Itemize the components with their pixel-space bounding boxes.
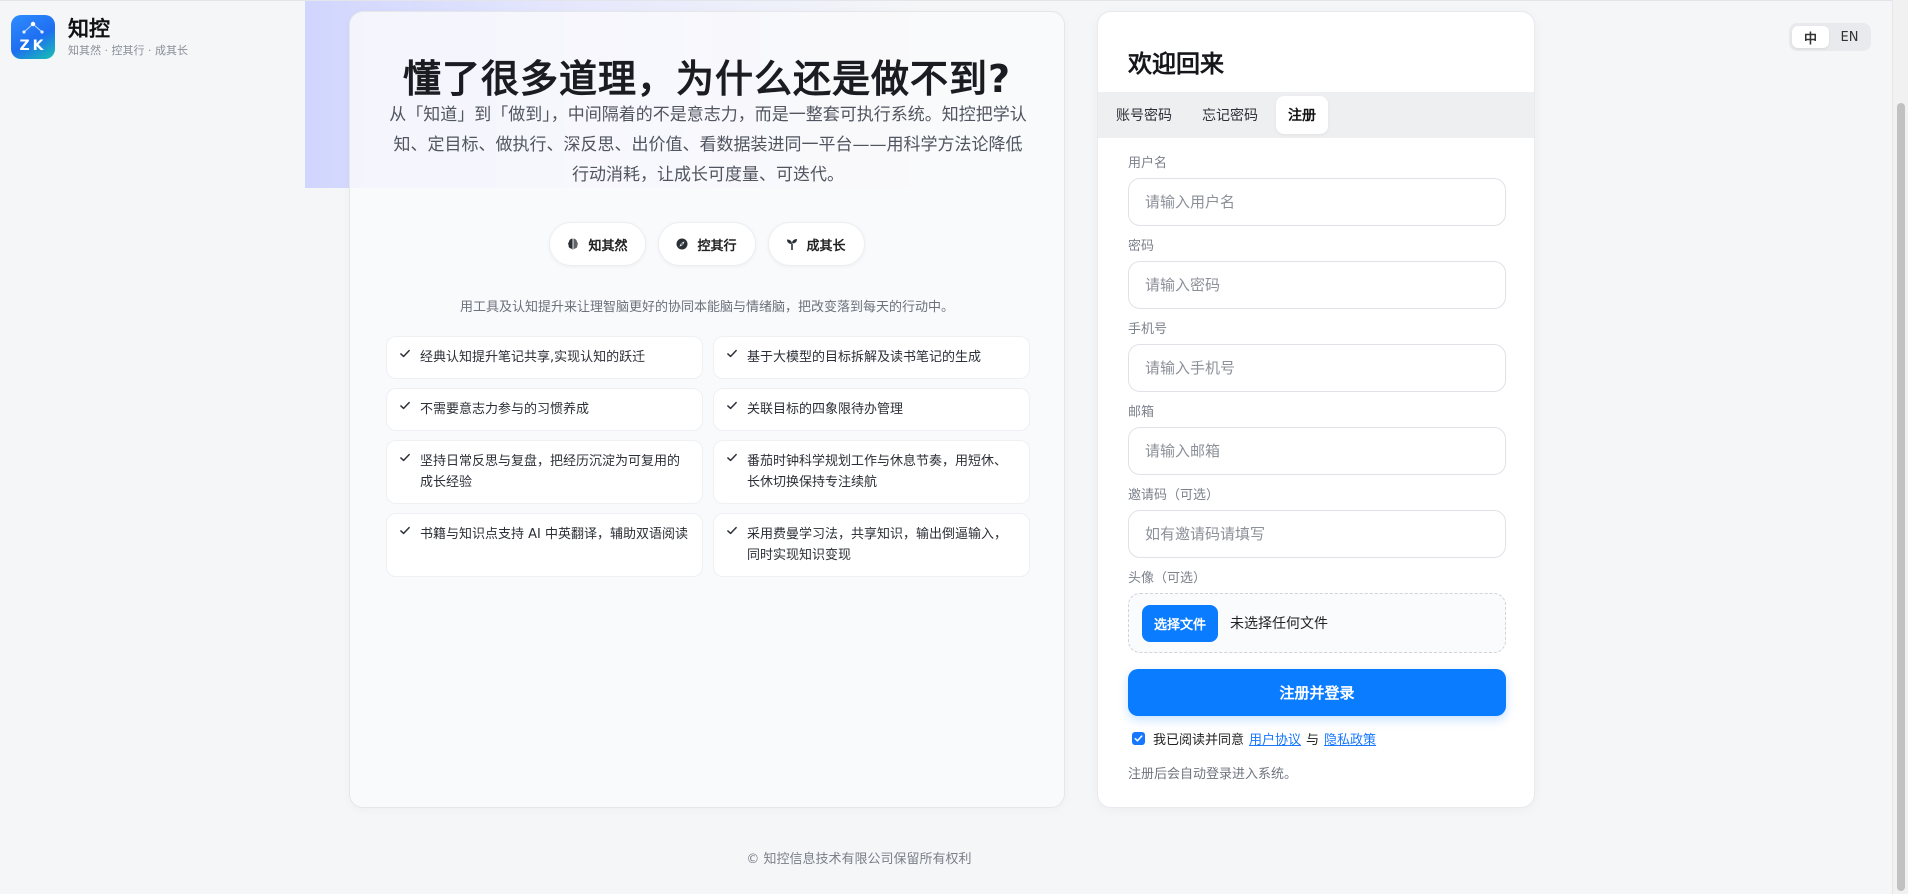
feature-item: 坚持日常反思与复盘，把经历沉淀为可复用的成长经验 [386,440,703,504]
phone-input[interactable] [1128,344,1506,392]
auth-title: 欢迎回来 [1128,50,1224,78]
pill-control: 控其行 [658,222,756,266]
feature-item: 番茄时钟科学规划工作与休息节奏，用短休、长休切换保持专注续航 [713,440,1030,504]
agreement-prefix: 我已阅读并同意 [1153,733,1245,748]
auth-panel: 欢迎回来 账号密码 忘记密码 注册 用户名 密码 手机号 [1097,11,1535,808]
register-form: 用户名 密码 手机号 邮箱 邀请码（可选） [1128,156,1506,654]
password-input[interactable] [1128,261,1506,309]
pill-control-label: 控其行 [697,238,737,254]
feature-text: 书籍与知识点支持 AI 中英翻译，辅助双语阅读 [420,527,688,542]
phone-field-group: 手机号 [1128,322,1506,405]
check-icon [727,453,737,462]
page: ZK 知控 知其然 · 控其行 · 成其长 中 EN 懂了很多道理，为什么还是做… [0,0,1892,894]
feature-item: 经典认知提升笔记共享,实现认知的跃迁 [386,336,703,379]
feature-text: 经典认知提升笔记共享,实现认知的跃迁 [420,350,646,365]
feature-item: 关联目标的四象限待办管理 [713,388,1030,431]
invite-label: 邀请码（可选） [1128,488,1220,503]
check-icon [400,401,410,410]
compass-icon [676,238,688,250]
feature-list: 经典认知提升笔记共享,实现认知的跃迁 基于大模型的目标拆解及读书笔记的生成 不需… [386,336,1030,577]
hero-intro: 从「知道」到「做到」，中间隔着的不是意志力，而是一整套可执行系统。知控把学认知、… [389,105,1027,185]
email-label: 邮箱 [1128,405,1155,420]
pill-know-label: 知其然 [588,238,628,254]
tab-password-login[interactable]: 账号密码 [1104,96,1184,134]
brain-icon [568,238,579,250]
logo-network-icon [22,21,44,34]
invite-code-input[interactable] [1128,510,1506,558]
footer: © 知控信息技术有限公司保留所有权利 [0,848,1892,867]
auth-tabs: 账号密码 忘记密码 注册 [1098,92,1534,138]
check-icon [400,453,410,462]
check-icon [727,526,737,535]
logo-text: ZK [19,38,47,54]
feature-item: 采用费曼学习法，共享知识，输出倒逼输入，同时实现知识变现 [713,513,1030,577]
tab-register[interactable]: 注册 [1276,96,1328,134]
brand-logo: ZK [11,15,55,59]
sprout-icon [786,239,797,250]
language-option-en[interactable]: EN [1831,26,1868,48]
feature-item: 基于大模型的目标拆解及读书笔记的生成 [713,336,1030,379]
privacy-link[interactable]: 隐私政策 [1324,729,1376,748]
agreement-row: 我已阅读并同意 用户协议 与 隐私政策 [1132,729,1376,748]
check-icon [400,349,410,358]
feature-item: 不需要意志力参与的习惯养成 [386,388,703,431]
hero-headline: 懂了很多道理，为什么还是做不到? [402,57,1012,101]
auto-login-note: 注册后会自动登录进入系统。 [1128,767,1298,782]
feature-text: 采用费曼学习法，共享知识，输出倒逼输入，同时实现知识变现 [747,527,1008,563]
copyright-text: © 知控信息技术有限公司保留所有权利 [746,852,972,867]
viewport: ZK 知控 知其然 · 控其行 · 成其长 中 EN 懂了很多道理，为什么还是做… [0,0,1908,894]
pill-grow: 成其长 [767,222,865,266]
email-field-group: 邮箱 [1128,405,1506,488]
brand[interactable]: ZK 知控 知其然 · 控其行 · 成其长 [11,15,188,59]
vertical-scrollbar[interactable] [1892,0,1908,894]
avatar-field-group: 头像（可选） 选择文件 未选择任何文件 [1128,571,1506,654]
tab-forgot-password[interactable]: 忘记密码 [1190,96,1270,134]
invite-field-group: 邀请码（可选） [1128,488,1506,571]
checkmark-icon [1134,735,1143,742]
password-label: 密码 [1128,239,1155,254]
username-field-group: 用户名 [1128,156,1506,239]
scrollbar-thumb[interactable] [1897,103,1905,891]
pill-grow-label: 成其长 [806,238,846,254]
agreement-checkbox[interactable] [1132,732,1145,745]
register-submit-button[interactable]: 注册并登录 [1128,669,1506,716]
file-status: 未选择任何文件 [1230,616,1329,632]
feature-text: 不需要意志力参与的习惯养成 [420,402,590,417]
feature-item: 书籍与知识点支持 AI 中英翻译，辅助双语阅读 [386,513,703,577]
value-pills: 知其然 控其行 成其长 [350,222,1064,266]
check-icon [727,349,737,358]
username-input[interactable] [1128,178,1506,226]
choose-file-button[interactable]: 选择文件 [1142,604,1219,642]
feature-text: 坚持日常反思与复盘，把经历沉淀为可复用的成长经验 [420,454,681,490]
check-icon [400,526,410,535]
avatar-upload-box[interactable]: 选择文件 未选择任何文件 [1128,593,1506,653]
username-label: 用户名 [1128,156,1168,171]
check-icon [727,401,737,410]
brand-name: 知控 [68,17,110,41]
language-switch: 中 EN [1789,23,1871,51]
phone-label: 手机号 [1128,322,1168,337]
terms-link[interactable]: 用户协议 [1249,729,1301,748]
feature-text: 基于大模型的目标拆解及读书笔记的生成 [747,350,982,365]
hero-tagline: 用工具及认知提升来让理智脑更好的协同本能脑与情绪脑，把改变落到每天的行动中。 [459,300,954,315]
feature-text: 关联目标的四象限待办管理 [747,402,904,417]
agreement-and: 与 [1306,733,1320,748]
feature-text: 番茄时钟科学规划工作与休息节奏，用短休、长休切换保持专注续航 [747,454,1008,490]
avatar-label: 头像（可选） [1128,571,1207,586]
pill-know: 知其然 [549,222,647,266]
intro-panel: 懂了很多道理，为什么还是做不到? 从「知道」到「做到」，中间隔着的不是意志力，而… [349,11,1065,808]
password-field-group: 密码 [1128,239,1506,322]
brand-subtitle: 知其然 · 控其行 · 成其长 [68,44,188,57]
email-input[interactable] [1128,427,1506,475]
language-option-zh[interactable]: 中 [1792,26,1829,48]
